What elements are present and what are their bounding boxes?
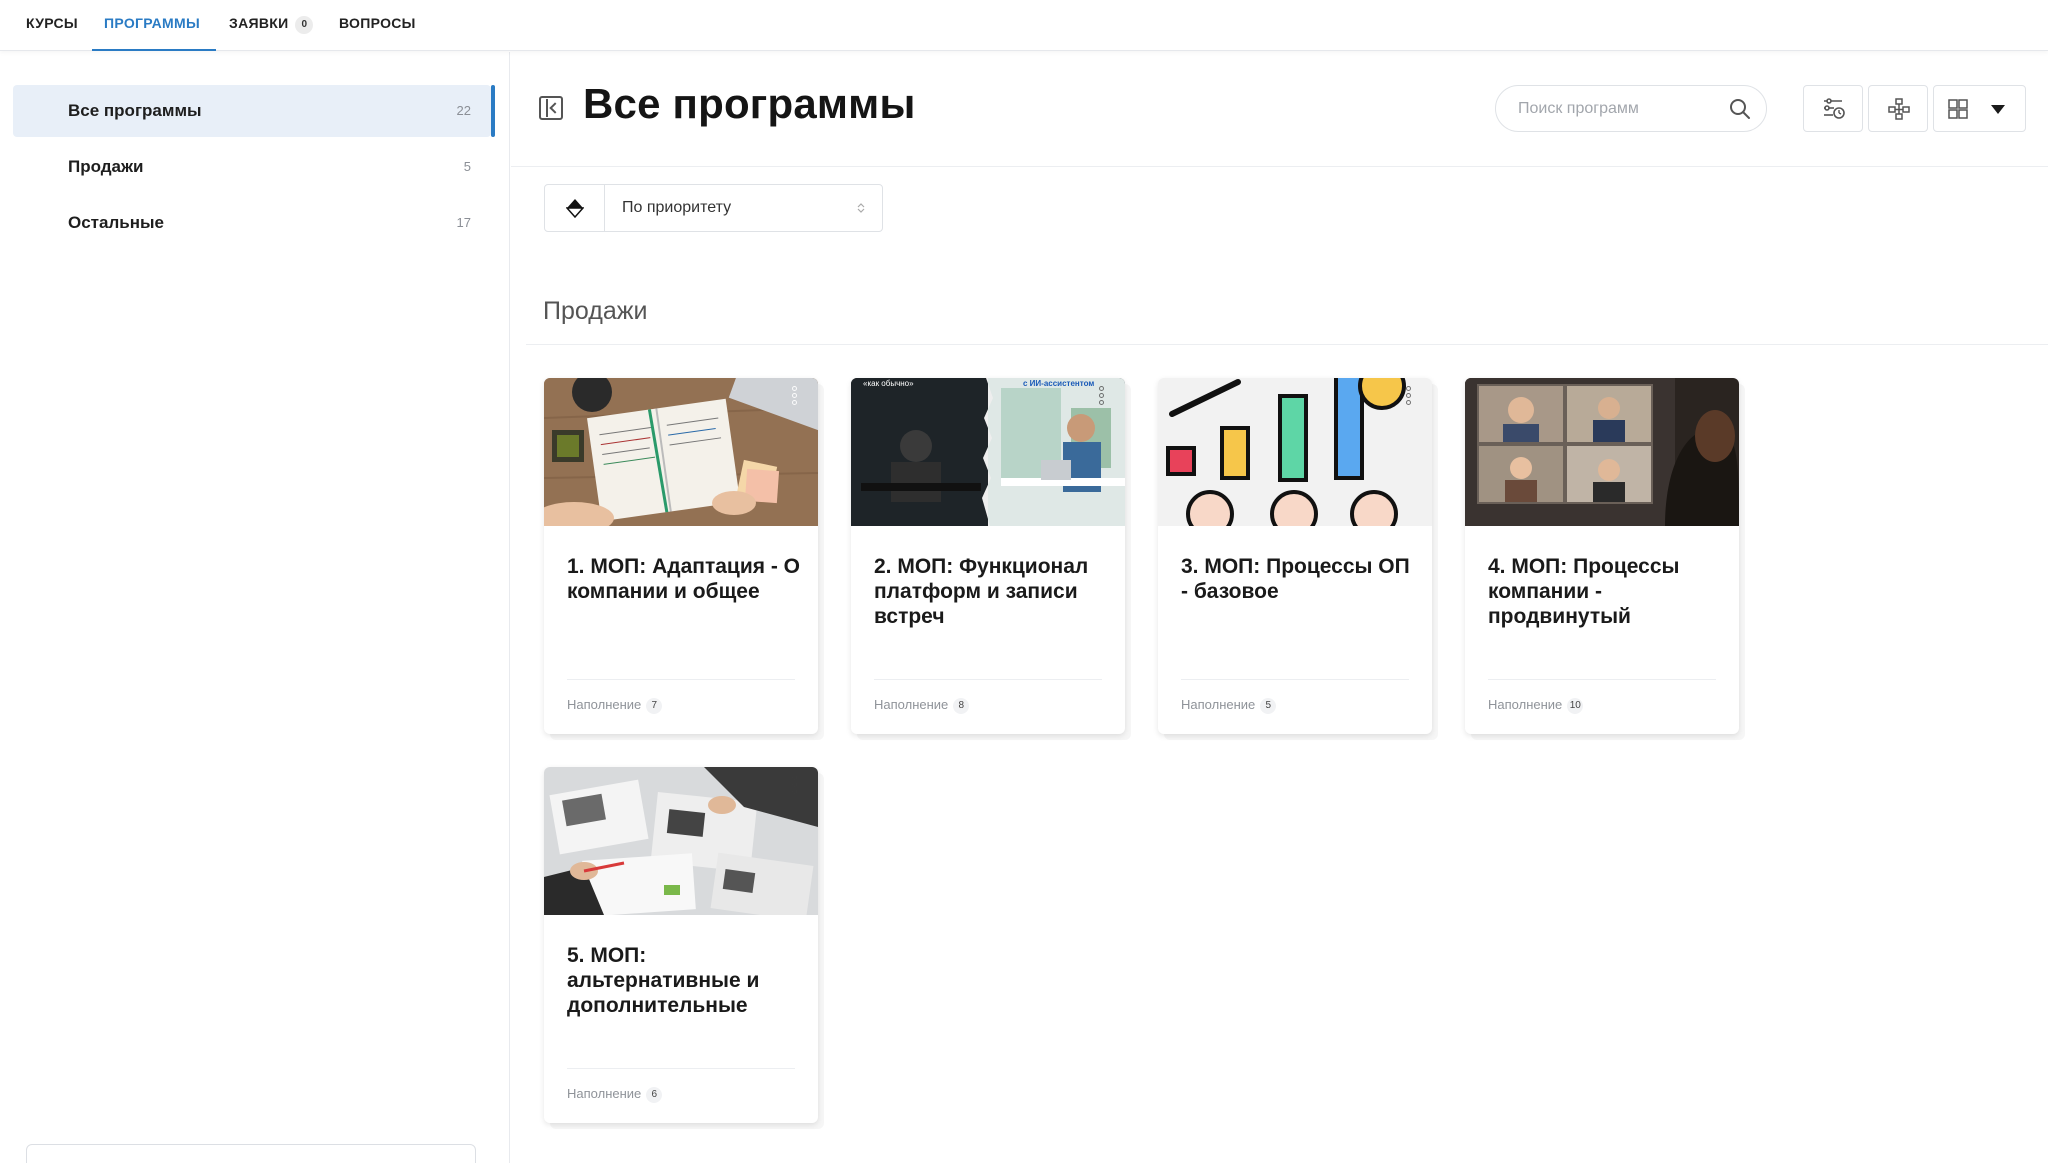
fill-count-badge: 8 — [953, 698, 970, 714]
card-image-notebook — [544, 378, 818, 526]
card-menu-icon[interactable] — [792, 386, 798, 410]
sidebar-item-all-programs[interactable]: Все программы 22 — [13, 85, 495, 137]
search-input[interactable] — [1518, 96, 1718, 122]
sidebar-item-count: 5 — [463, 159, 471, 174]
image-caption-right: с ИИ-ассистентом — [1023, 379, 1094, 388]
grid-view-icon — [1948, 99, 1968, 119]
card-image-documents — [544, 767, 818, 915]
active-indicator — [491, 85, 495, 137]
image-caption-left: «как обычно» — [863, 379, 914, 388]
card-image-video-call — [1465, 378, 1739, 526]
collapse-sidebar-icon[interactable] — [539, 96, 563, 120]
card-title: 1. МОП: Адаптация - О компании и общее — [567, 555, 800, 603]
card-divider — [567, 679, 795, 680]
sidebar-item-label: Продажи — [68, 157, 144, 176]
card-fill-info: Наполнение 6 — [567, 1086, 663, 1103]
header-divider — [511, 166, 2048, 167]
card-title: 4. МОП: Процессы компании - продвинутый — [1488, 555, 1680, 628]
sidebar-item-label: Все программы — [68, 101, 202, 120]
sidebar-item-count: 22 — [456, 103, 471, 118]
section-divider — [526, 344, 2048, 345]
program-card[interactable]: «как обычно» с ИИ-ассистентом 2. МОП: Фу… — [851, 378, 1125, 734]
hierarchy-button[interactable] — [1868, 85, 1928, 132]
program-card[interactable]: 3. МОП: Процессы ОП - базовое Наполнение… — [1158, 378, 1432, 734]
sidebar-item-count: 17 — [456, 215, 471, 230]
sort-control: По приоритету — [544, 184, 883, 232]
hierarchy-icon — [1888, 98, 1910, 120]
tab-questions[interactable]: ВОПРОСЫ — [339, 0, 416, 51]
card-divider — [1181, 679, 1409, 680]
fill-count-badge: 7 — [646, 698, 663, 714]
fill-count-badge: 10 — [1567, 698, 1584, 714]
card-fill-info: Наполнение 7 — [567, 697, 663, 714]
tab-programs[interactable]: ПРОГРАММЫ — [104, 0, 200, 51]
chevron-down-icon — [1991, 105, 2005, 114]
search-box — [1495, 85, 1767, 132]
program-card[interactable]: 4. МОП: Процессы компании - продвинутый … — [1465, 378, 1739, 734]
fill-count-badge: 6 — [646, 1087, 663, 1103]
sidebar-item-label: Остальные — [68, 213, 164, 232]
search-icon[interactable] — [1729, 98, 1751, 120]
top-navigation: КУРСЫ ПРОГРАММЫ ЗАЯВКИ 0 ВОПРОСЫ — [0, 0, 2048, 51]
fill-label: Наполнение — [567, 697, 642, 712]
program-card[interactable]: 1. МОП: Адаптация - О компании и общее Н… — [544, 378, 818, 734]
tab-courses[interactable]: КУРСЫ — [26, 0, 78, 51]
card-title: 3. МОП: Процессы ОП - базовое — [1181, 555, 1410, 603]
fill-label: Наполнение — [874, 697, 949, 712]
card-title: 5. МОП: альтернативные и дополнительные — [567, 944, 760, 1017]
card-menu-icon[interactable] — [1099, 386, 1105, 410]
card-fill-info: Наполнение 8 — [874, 697, 970, 714]
sidebar: Все программы 22 Продажи 5 Остальные 17 — [0, 52, 510, 1163]
program-card[interactable]: 5. МОП: альтернативные и дополнительные … — [544, 767, 818, 1123]
card-fill-info: Наполнение 10 — [1488, 697, 1584, 714]
tab-requests-label: ЗАЯВКИ — [229, 15, 289, 31]
fill-label: Наполнение — [1488, 697, 1563, 712]
filter-settings-button[interactable] — [1803, 85, 1863, 132]
filter-settings-icon — [1824, 98, 1845, 119]
sidebar-footer-box[interactable] — [26, 1144, 476, 1163]
fill-label: Наполнение — [567, 1086, 642, 1101]
card-menu-icon[interactable] — [792, 775, 798, 799]
fill-label: Наполнение — [1181, 697, 1256, 712]
sort-direction-icon — [566, 199, 584, 218]
sort-direction-button[interactable] — [545, 185, 605, 231]
sidebar-item-sales[interactable]: Продажи 5 — [13, 141, 491, 193]
card-image-growth-chart — [1158, 378, 1432, 526]
card-title: 2. МОП: Функционал платформ и записи вст… — [874, 555, 1089, 628]
page-title: Все программы — [583, 80, 916, 127]
card-divider — [874, 679, 1102, 680]
sidebar-item-other[interactable]: Остальные 17 — [13, 197, 491, 249]
card-fill-info: Наполнение 5 — [1181, 697, 1277, 714]
tab-requests[interactable]: ЗАЯВКИ 0 — [229, 0, 314, 51]
sort-select[interactable]: По приоритету — [606, 185, 882, 231]
card-image-office-comparison: «как обычно» с ИИ-ассистентом — [851, 378, 1125, 526]
select-arrows-icon — [857, 203, 865, 213]
card-divider — [1488, 679, 1716, 680]
active-tab-indicator — [92, 49, 216, 51]
card-divider — [567, 1068, 795, 1069]
section-title: Продажи — [543, 297, 648, 325]
requests-count-badge: 0 — [295, 16, 314, 34]
sort-selected-value: По приоритету — [622, 199, 732, 216]
card-menu-icon[interactable] — [1406, 386, 1412, 410]
view-mode-dropdown[interactable] — [1933, 85, 2026, 132]
fill-count-badge: 5 — [1260, 698, 1277, 714]
